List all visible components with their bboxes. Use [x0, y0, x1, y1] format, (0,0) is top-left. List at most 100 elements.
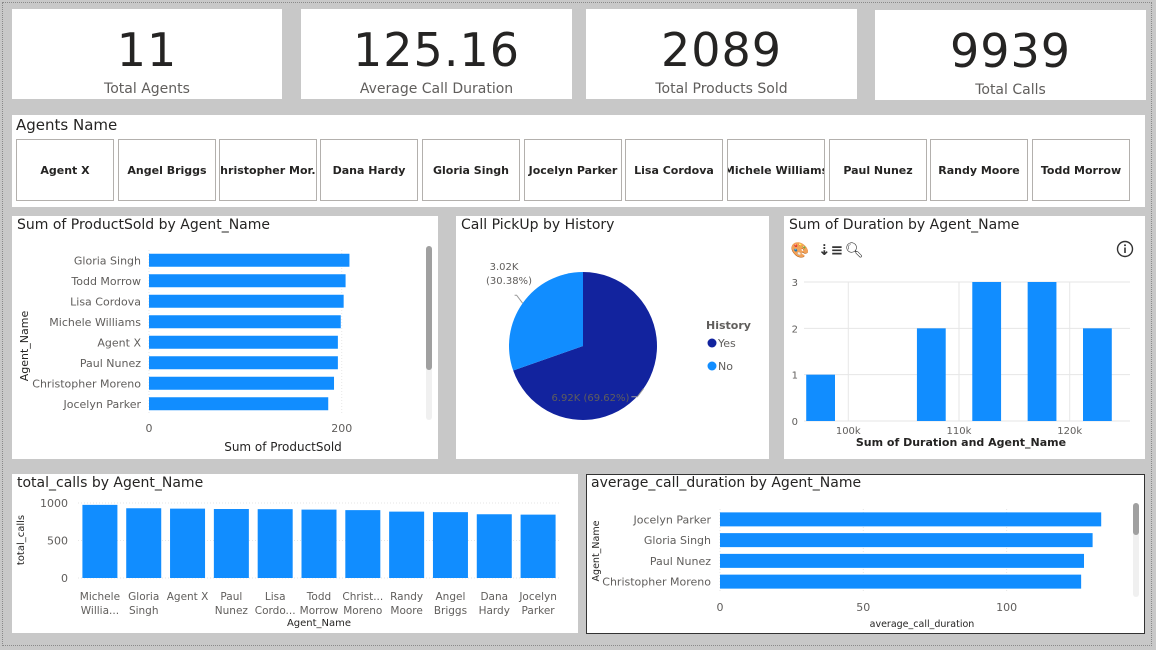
bar	[257, 509, 293, 578]
scrollbar[interactable]	[1133, 503, 1139, 597]
duration-histogram-chart[interactable]: Sum of Duration by Agent_Name 🎨 ⇣≡ 🔍︎ 01…	[784, 216, 1145, 459]
y-axis-title: Agent_Name	[18, 311, 31, 382]
bar	[149, 274, 346, 288]
kpi-value: 125.16	[353, 23, 520, 77]
bar	[476, 514, 512, 578]
bar	[149, 356, 338, 370]
bar	[520, 514, 556, 578]
legend-title: History	[706, 319, 751, 332]
bar	[149, 253, 350, 267]
kpi-card-total-products-sold[interactable]: 2089 Total Products Sold	[586, 9, 857, 99]
slicer-item-michele-williams[interactable]: Michele Williams	[727, 139, 825, 201]
x-tick-label: Nunez	[215, 605, 249, 617]
slicer-item-todd-morrow[interactable]: Todd Morrow	[1032, 139, 1130, 201]
y-tick-label: 500	[47, 535, 68, 548]
kpi-card-total-agents[interactable]: 11 Total Agents	[12, 9, 282, 99]
bar	[126, 508, 162, 578]
x-tick-label: Moore	[390, 605, 422, 617]
slicer-item-lisa-cordova[interactable]: Lisa Cordova	[625, 139, 723, 201]
slicer-item-randy-moore[interactable]: Randy Moore	[930, 139, 1028, 201]
y-tick-label: Christopher Moreno	[602, 576, 711, 589]
x-tick-label: Cordo...	[255, 605, 296, 617]
x-tick-label: 50	[856, 601, 870, 614]
bar	[432, 512, 468, 578]
bar	[720, 553, 1085, 568]
x-tick-label: Lisa	[265, 591, 286, 603]
scroll-thumb[interactable]	[1133, 503, 1139, 535]
x-tick-label: Angel	[436, 591, 466, 603]
kpi-card-average-call-duration[interactable]: 125.16 Average Call Duration	[301, 9, 572, 99]
kpi-label: Average Call Duration	[359, 81, 514, 97]
legend-marker	[707, 361, 717, 371]
scrollbar[interactable]	[426, 246, 432, 420]
bar	[720, 533, 1093, 548]
slicer-item-christopher-moreno[interactable]: Christopher Mor...	[219, 139, 317, 201]
product-sold-chart[interactable]: Sum of ProductSold by Agent_Name 0 200 Glo…	[12, 216, 438, 459]
bar	[149, 315, 341, 329]
x-tick-label: Randy	[390, 591, 423, 603]
y-tick-label: Agent X	[97, 336, 141, 349]
slicer-item-angel-briggs[interactable]: Angel Briggs	[118, 139, 216, 201]
bar	[720, 574, 1082, 589]
y-tick-label: Todd Morrow	[70, 275, 141, 288]
avg-duration-bars: 0 50 100 Jocelyn Parker Gloria Singh Paul Nun…	[591, 509, 1102, 630]
bar	[82, 504, 118, 578]
slicer-item-jocelyn-parker[interactable]: Jocelyn Parker	[524, 139, 622, 201]
agent-slicer: Agents Name Agent X Angel Briggs Christo…	[12, 115, 1145, 207]
x-tick-label: Dana	[480, 591, 508, 603]
total-calls-chart[interactable]: total_calls by Agent_Name 0 500 1000 Michel…	[12, 474, 578, 633]
x-tick-label: Parker	[522, 605, 556, 617]
x-tick-label: Agent X	[167, 591, 209, 603]
bar	[149, 294, 344, 308]
legend-label: No	[718, 360, 733, 373]
x-axis-title: Agent_Name	[287, 618, 351, 629]
bar	[149, 397, 329, 411]
y-tick-label: Michele Williams	[49, 316, 141, 329]
y-tick-label: Christopher Moreno	[32, 377, 141, 390]
y-tick-label: 1000	[40, 497, 68, 510]
scroll-thumb[interactable]	[426, 246, 432, 370]
data-label: 3.02K	[490, 262, 519, 273]
call-pickup-pie: 6.92K (69.62%) 3.02K (30.38%) History Yes No	[486, 262, 751, 420]
x-tick-label: Christ...	[342, 591, 383, 603]
slicer-item-gloria-singh[interactable]: Gloria Singh	[422, 139, 520, 201]
x-tick-label: Paul	[220, 591, 242, 603]
y-tick-label: 2	[792, 324, 798, 335]
y-tick-label: Lisa Cordova	[70, 295, 141, 308]
bar	[345, 510, 381, 578]
x-tick-label: Hardy	[479, 605, 510, 617]
kpi-label: Total Agents	[104, 81, 190, 97]
bar	[149, 376, 335, 390]
avg-call-duration-chart[interactable]: average_call_duration by Agent_Name 0 50 1…	[586, 474, 1145, 634]
x-tick-label: Moreno	[343, 605, 382, 617]
slicer-item-agent-x[interactable]: Agent X	[16, 139, 114, 201]
bar	[149, 335, 338, 349]
call-pickup-pie-chart[interactable]: Call PickUp by History 6.92K (69.62%) 3.0…	[456, 216, 769, 459]
y-axis-title: Agent_Name	[591, 520, 602, 581]
bar	[1027, 282, 1057, 421]
product-sold-bars: 0 200 Gloria Singh Todd Morrow Lisa Cordova M…	[18, 250, 352, 454]
x-tick-label: Briggs	[434, 605, 467, 617]
y-tick-label: 3	[792, 278, 798, 289]
y-tick-label: Gloria Singh	[644, 534, 711, 547]
y-tick-label: Jocelyn Parker	[63, 398, 142, 411]
kpi-value: 11	[116, 23, 178, 77]
kpi-value: 2089	[660, 23, 783, 77]
x-tick-label: Gloria	[128, 591, 159, 603]
y-tick-label: 0	[61, 572, 68, 585]
y-tick-label: 0	[792, 417, 798, 428]
slicer-item-paul-nunez[interactable]: Paul Nunez	[829, 139, 927, 201]
x-axis-title: Sum of Duration and Agent_Name	[856, 436, 1066, 449]
slicer-item-dana-hardy[interactable]: Dana Hardy	[320, 139, 418, 201]
y-tick-label: Jocelyn Parker	[633, 513, 712, 526]
bar	[916, 328, 946, 421]
y-tick-label: Paul Nunez	[80, 357, 141, 370]
x-tick-label: 0	[717, 601, 724, 614]
x-tick-label: 0	[146, 422, 153, 435]
bar	[1083, 328, 1112, 421]
bar	[389, 511, 425, 578]
x-tick-label: Jocelyn	[518, 591, 557, 603]
x-tick-label: Michele	[80, 591, 120, 603]
leader-line	[514, 294, 524, 304]
kpi-card-total-calls[interactable]: 9939 Total Calls	[875, 10, 1146, 100]
